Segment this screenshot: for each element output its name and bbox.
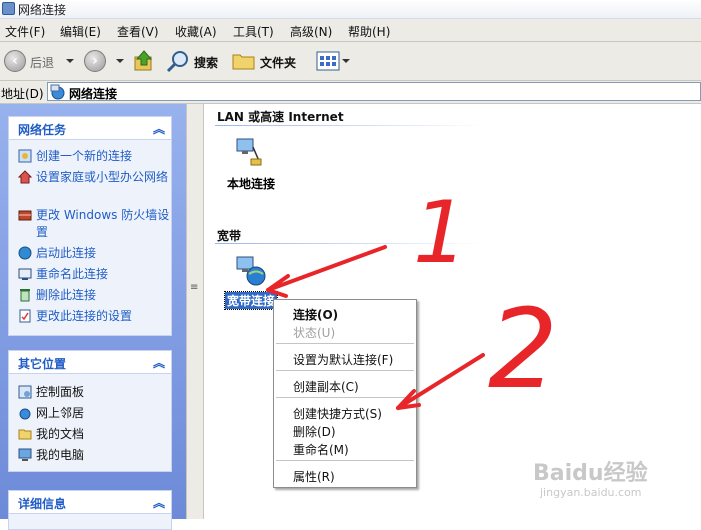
annotation-arrowhead-2 <box>396 389 421 410</box>
annotation-number-2: 2 <box>488 285 558 413</box>
annotation-arrow-2 <box>396 353 485 410</box>
watermark-brand: Baidu经验 <box>533 461 648 486</box>
annotation-layer <box>266 245 485 410</box>
annotation-arrow-1 <box>266 245 387 292</box>
annotation-number-1: 1 <box>413 183 468 283</box>
watermark-url: jingyan.baidu.com <box>540 486 642 499</box>
